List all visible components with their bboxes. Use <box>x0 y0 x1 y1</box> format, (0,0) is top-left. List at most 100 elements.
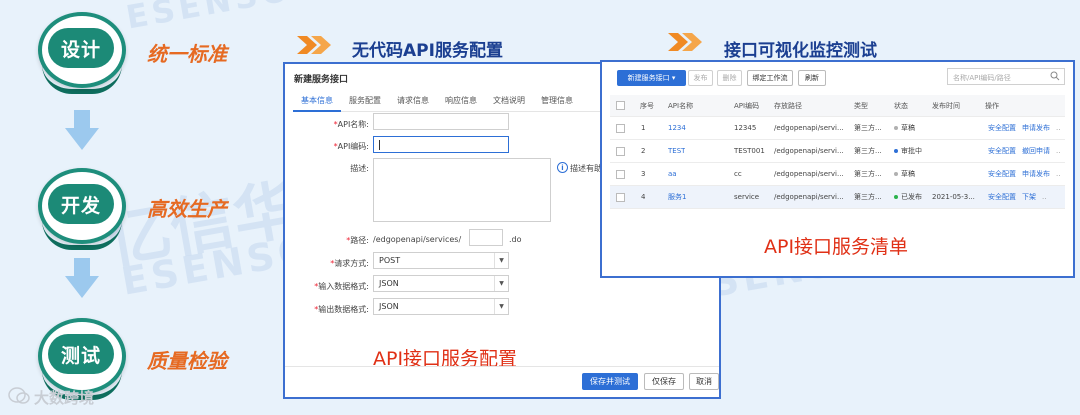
more-icon[interactable]: .. <box>1042 193 1046 201</box>
row-api-name-link[interactable]: TEST <box>668 140 685 162</box>
table-header: 序号 API名称 API编码 存放路径 类型 状态 发布时间 操作 <box>610 95 1065 117</box>
row-action-link[interactable]: 撤回申请 <box>1022 146 1050 156</box>
row-action-link[interactable]: 申请发布 <box>1022 123 1050 133</box>
step-pill: 测试 <box>48 334 114 374</box>
divider <box>285 366 719 367</box>
step-test: 测试 <box>38 318 126 400</box>
list-caption: API接口服务清单 <box>764 236 909 258</box>
step-develop: 开发 <box>38 168 126 250</box>
status-dot-icon <box>894 195 898 199</box>
header-path: 存放路径 <box>774 101 802 110</box>
path-input[interactable] <box>469 229 503 246</box>
wechat-logo-icon <box>8 387 30 404</box>
header-status: 状态 <box>894 101 908 110</box>
table-row[interactable]: 1 1234 12345/edgopenapi/servi... 第三方... 草稿 安全… <box>610 117 1065 140</box>
bind-workflow-button[interactable]: 绑定工作流 <box>747 70 793 86</box>
down-arrow-icon <box>65 110 99 150</box>
row-status: 已发布 <box>894 186 922 208</box>
row-path: /edgopenapi/servi... <box>774 193 844 201</box>
api-code-label: *API编码: <box>333 142 369 151</box>
row-api-code: service <box>734 193 760 201</box>
header-ops: 操作 <box>985 101 999 110</box>
header-name: API名称 <box>668 101 694 110</box>
save-only-button[interactable]: 仅保存 <box>644 373 684 390</box>
row-type: 第三方... <box>854 193 882 201</box>
tab-service-config[interactable]: 服务配置 <box>341 92 389 112</box>
step-pill: 设计 <box>48 28 114 68</box>
input-format-select[interactable]: JSON ▼ <box>373 275 509 292</box>
step-label: 质量检验 <box>147 349 227 373</box>
select-all-checkbox[interactable] <box>616 101 625 110</box>
step-label: 统一标准 <box>147 42 227 66</box>
row-checkbox[interactable] <box>616 169 625 179</box>
security-config-link[interactable]: 安全配置 <box>988 192 1016 202</box>
security-config-link[interactable]: 安全配置 <box>988 146 1016 156</box>
info-icon: i <box>557 162 568 173</box>
security-config-link[interactable]: 安全配置 <box>988 123 1016 133</box>
save-and-test-button[interactable]: 保存并测试 <box>582 373 638 390</box>
security-config-link[interactable]: 安全配置 <box>988 169 1016 179</box>
more-icon[interactable]: .. <box>1056 147 1060 155</box>
row-status: 草稿 <box>894 117 915 139</box>
section-title: 接口可视化监控测试 <box>724 41 877 61</box>
search-icon <box>1050 71 1060 81</box>
row-checkbox[interactable] <box>616 123 625 133</box>
chevron-down-icon: ▼ <box>494 276 508 291</box>
step-label: 高效生产 <box>147 197 227 221</box>
row-path: /edgopenapi/servi... <box>774 124 844 132</box>
tab-docs[interactable]: 文档说明 <box>485 92 533 112</box>
path-suffix: .do <box>509 235 522 244</box>
row-api-name-link[interactable]: 1234 <box>668 117 686 139</box>
step-pill: 开发 <box>48 184 114 224</box>
api-code-input[interactable] <box>373 136 509 153</box>
output-format-select[interactable]: JSON ▼ <box>373 298 509 315</box>
row-type: 第三方... <box>854 170 882 178</box>
delete-button[interactable]: 删除 <box>717 70 742 86</box>
method-label: *请求方式: <box>330 259 369 268</box>
row-publish-time: 2021-05-3... <box>932 193 975 201</box>
publish-button[interactable]: 发布 <box>688 70 713 86</box>
table-row[interactable]: 2 TEST TEST001/edgopenapi/servi... 第三方... 审批… <box>610 140 1065 163</box>
row-api-name-link[interactable]: 服务1 <box>668 186 686 208</box>
path-prefix: /edgopenapi/services/ <box>373 235 462 244</box>
more-icon[interactable]: .. <box>1056 170 1060 178</box>
header-code: API编码 <box>734 101 760 110</box>
desc-textarea[interactable] <box>373 158 551 222</box>
service-list-panel: 新建服务接口 ▾ 发布 删除 绑定工作流 刷新 名称/API编码/路径 序号 A… <box>600 60 1075 278</box>
row-seq: 1 <box>641 124 646 132</box>
section-title: 无代码API服务配置 <box>352 41 503 61</box>
api-name-input[interactable] <box>373 113 509 130</box>
table-row[interactable]: 4 服务1 service/edgopenapi/servi... 第三方... 已发布… <box>610 186 1065 209</box>
tab-request-info[interactable]: 请求信息 <box>389 92 437 112</box>
row-type: 第三方... <box>854 124 882 132</box>
cancel-button[interactable]: 取消 <box>689 373 719 390</box>
status-dot-icon <box>894 172 898 176</box>
row-api-code: cc <box>734 170 742 178</box>
row-action-link[interactable]: 下架 <box>1022 192 1036 202</box>
new-service-button[interactable]: 新建服务接口 ▾ <box>617 70 686 86</box>
chevron-right-icon <box>668 33 702 51</box>
tab-management[interactable]: 管理信息 <box>533 92 581 112</box>
refresh-button[interactable]: 刷新 <box>798 70 826 86</box>
desc-label: 描述: <box>350 164 369 173</box>
tab-response-info[interactable]: 响应信息 <box>437 92 485 112</box>
desc-hint: 描述有助 <box>570 164 602 173</box>
header-seq: 序号 <box>640 101 654 110</box>
search-input[interactable]: 名称/API编码/路径 <box>947 68 1065 85</box>
row-seq: 2 <box>641 147 646 155</box>
tab-basic-info[interactable]: 基本信息 <box>293 92 341 112</box>
header-type: 类型 <box>854 101 868 110</box>
watermark-en: ESENSOF <box>123 0 321 37</box>
row-checkbox[interactable] <box>616 192 625 202</box>
row-status: 审批中 <box>894 140 922 162</box>
row-api-name-link[interactable]: aa <box>668 163 677 185</box>
row-status: 草稿 <box>894 163 915 185</box>
table-row[interactable]: 3 aa cc/edgopenapi/servi... 第三方... 草稿 安全配置 申请发… <box>610 163 1065 186</box>
chevron-right-icon <box>297 36 331 54</box>
more-icon[interactable]: .. <box>1056 124 1060 132</box>
row-action-link[interactable]: 申请发布 <box>1022 169 1050 179</box>
chevron-down-icon: ▼ <box>494 299 508 314</box>
output-format-label: *输出数据格式: <box>314 305 369 314</box>
method-select[interactable]: POST ▼ <box>373 252 509 269</box>
row-checkbox[interactable] <box>616 146 625 156</box>
